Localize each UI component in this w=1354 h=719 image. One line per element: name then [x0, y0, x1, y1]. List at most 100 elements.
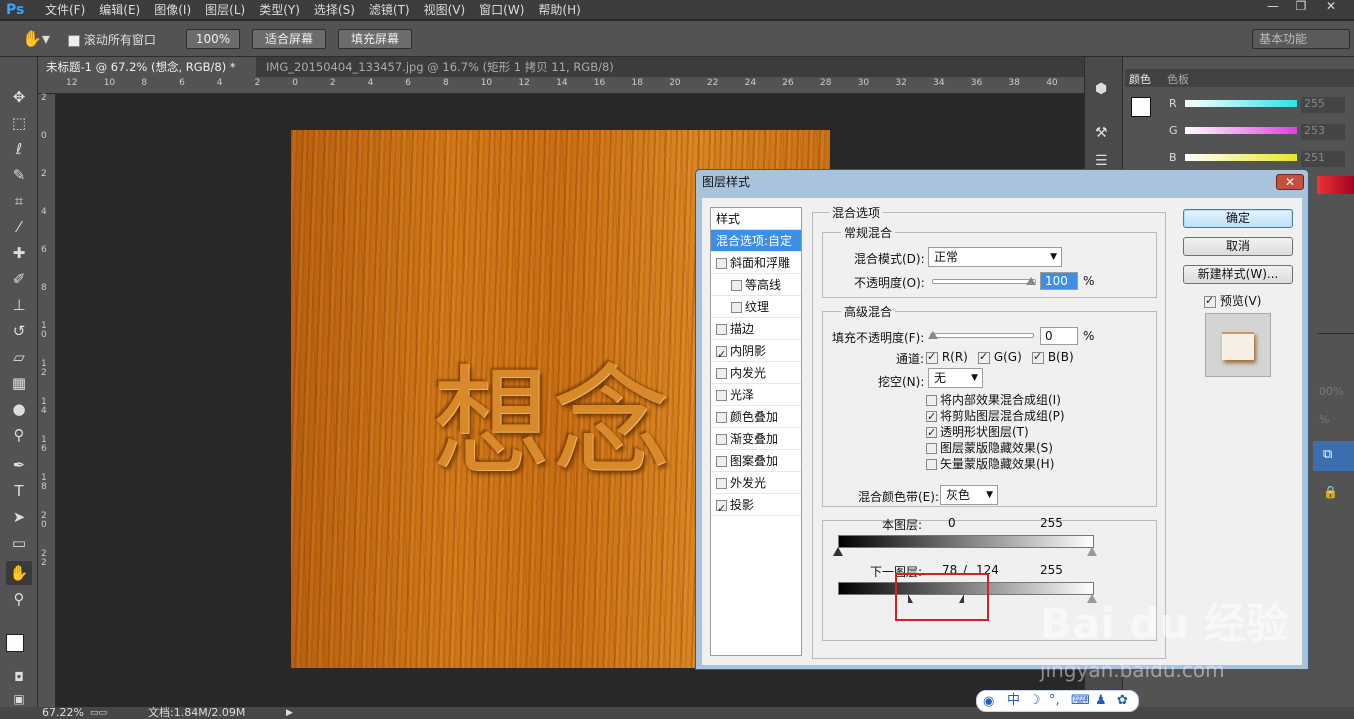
style-checkbox[interactable]: [716, 258, 727, 269]
advanced-option-checkbox[interactable]: [926, 443, 937, 454]
layer-row-selected[interactable]: ⧉: [1313, 441, 1354, 471]
channel-slider[interactable]: [1185, 127, 1297, 134]
style-item[interactable]: 描边: [711, 318, 801, 340]
fill-opacity-slider-thumb[interactable]: [928, 331, 938, 339]
menu-filter[interactable]: 滤镜(T): [369, 0, 410, 20]
channel-value[interactable]: 255: [1301, 97, 1345, 113]
style-item[interactable]: 图案叠加: [711, 450, 801, 472]
quick-mask-icon[interactable]: ◘: [6, 665, 32, 689]
opacity-input[interactable]: 100: [1040, 272, 1078, 290]
pen-tool-icon[interactable]: ✒: [6, 453, 32, 477]
menu-layer[interactable]: 图层(L): [205, 0, 245, 20]
dialog-close-button[interactable]: ✕: [1276, 174, 1304, 190]
style-item[interactable]: 外发光: [711, 472, 801, 494]
restore-button[interactable]: ❐: [1288, 0, 1314, 14]
tab-swatches[interactable]: 色板: [1167, 71, 1189, 87]
channel-b-checkbox[interactable]: [1032, 350, 1044, 364]
close-app-button[interactable]: ✕: [1318, 0, 1344, 14]
advanced-option-checkbox[interactable]: [926, 425, 937, 441]
style-checkbox[interactable]: [716, 412, 727, 423]
fill-opacity-slider[interactable]: [930, 333, 1034, 338]
zoom-level[interactable]: 67.22%: [42, 707, 84, 719]
history-brush-icon[interactable]: ↺: [6, 319, 32, 343]
path-select-icon[interactable]: ➤: [6, 505, 32, 529]
crop-tool-icon[interactable]: ⌗: [6, 189, 32, 213]
status-arrow-icon[interactable]: ▶: [286, 707, 293, 719]
gradient-tool-icon[interactable]: ▦: [6, 371, 32, 395]
menu-type[interactable]: 类型(Y): [259, 0, 300, 20]
style-item[interactable]: 颜色叠加: [711, 406, 801, 428]
preview-toggle[interactable]: 预览(V): [1204, 292, 1261, 309]
ime-settings-icon[interactable]: ✿: [1117, 691, 1128, 711]
menu-image[interactable]: 图像(I): [154, 0, 191, 20]
menu-window[interactable]: 窗口(W): [479, 0, 524, 20]
channel-slider[interactable]: [1185, 154, 1297, 161]
advanced-option[interactable]: 图层蒙版隐藏效果(S): [926, 440, 1065, 456]
cancel-button[interactable]: 取消: [1183, 237, 1293, 256]
tab-color[interactable]: 颜色: [1129, 71, 1151, 87]
tab-document-1[interactable]: 未标题-1 @ 67.2% (想念, RGB/8) * ×: [38, 57, 256, 94]
type-tool-icon[interactable]: T: [6, 479, 32, 503]
this-layer-gradient[interactable]: [838, 535, 1094, 548]
color-fg-swatch[interactable]: [1131, 97, 1151, 117]
menu-select[interactable]: 选择(S): [314, 0, 355, 20]
style-item[interactable]: 斜面和浮雕: [711, 252, 801, 274]
style-item[interactable]: 光泽: [711, 384, 801, 406]
style-checkbox[interactable]: [716, 456, 727, 467]
style-checkbox[interactable]: [731, 302, 742, 313]
style-item[interactable]: 渐变叠加: [711, 428, 801, 450]
ime-logo-icon[interactable]: ◉: [983, 692, 994, 712]
status-info-icon[interactable]: ▭▭: [90, 707, 107, 719]
color-ramp[interactable]: [1317, 176, 1354, 194]
advanced-option-checkbox[interactable]: [926, 395, 937, 406]
move-tool-icon[interactable]: ✥: [6, 85, 32, 109]
style-item[interactable]: 等高线: [711, 274, 801, 296]
opacity-slider[interactable]: [932, 279, 1036, 284]
menu-view[interactable]: 视图(V): [424, 0, 466, 20]
advanced-option[interactable]: 将内部效果混合成组(I): [926, 392, 1065, 408]
dodge-tool-icon[interactable]: ⚲: [6, 423, 32, 447]
marquee-tool-icon[interactable]: ⬚: [6, 111, 32, 135]
blend-if-select[interactable]: 灰色 ▼: [940, 485, 998, 505]
adjust-icon[interactable]: ☰: [1095, 153, 1108, 169]
menu-help[interactable]: 帮助(H): [538, 0, 580, 20]
channel-r-checkbox[interactable]: [926, 350, 938, 364]
channel-value[interactable]: 253: [1301, 124, 1345, 140]
fill-opacity-input[interactable]: 0: [1040, 327, 1078, 345]
minimize-button[interactable]: —: [1260, 0, 1286, 14]
ime-keyboard-icon[interactable]: ⌨: [1071, 691, 1090, 711]
ime-halfwidth-icon[interactable]: ☽: [1029, 691, 1041, 711]
lasso-tool-icon[interactable]: ℓ: [6, 137, 32, 161]
ime-toolbar[interactable]: ◉ 中 ☽ °, ⌨ ♟ ✿: [976, 690, 1139, 712]
foreground-color-swatch[interactable]: [6, 634, 24, 652]
shape-tool-icon[interactable]: ▭: [6, 531, 32, 555]
lock-icon[interactable]: 🔒: [1323, 485, 1338, 499]
hand-tool-preset-icon[interactable]: ✋▾: [22, 29, 50, 48]
eraser-tool-icon[interactable]: ▱: [6, 345, 32, 369]
zoom-tool-icon[interactable]: ⚲: [6, 587, 32, 611]
style-checkbox[interactable]: [716, 324, 727, 335]
scroll-all-checkbox[interactable]: [68, 34, 80, 47]
new-style-button[interactable]: 新建样式(W)...: [1183, 265, 1293, 284]
advanced-option[interactable]: 透明形状图层(T): [926, 424, 1065, 441]
advanced-option-checkbox[interactable]: [926, 459, 937, 470]
style-checkbox[interactable]: [716, 478, 727, 489]
advanced-option[interactable]: 将剪贴图层混合成组(P): [926, 408, 1065, 425]
style-item[interactable]: 投影: [711, 494, 801, 520]
history-panel-icon[interactable]: ⬢: [1095, 81, 1107, 97]
quick-select-tool-icon[interactable]: ✎: [6, 163, 32, 187]
advanced-option-checkbox[interactable]: [926, 409, 937, 425]
opacity-slider-thumb[interactable]: [1026, 277, 1036, 285]
blend-mode-select[interactable]: 正常 ▼: [928, 247, 1062, 267]
advanced-option[interactable]: 矢量蒙版隐藏效果(H): [926, 456, 1065, 472]
menu-edit[interactable]: 编辑(E): [99, 0, 140, 20]
style-item[interactable]: 纹理: [711, 296, 801, 318]
stamp-tool-icon[interactable]: ⊥: [6, 293, 32, 317]
knockout-select[interactable]: 无 ▼: [928, 368, 983, 388]
fill-screen-button[interactable]: 填充屏幕: [338, 29, 412, 49]
tab-document-2[interactable]: IMG_20150404_133457.jpg @ 16.7% (矩形 1 拷贝…: [258, 57, 630, 94]
channel-g-checkbox[interactable]: [978, 350, 990, 364]
style-checkbox[interactable]: [716, 390, 727, 401]
ime-punct-icon[interactable]: °,: [1049, 691, 1060, 711]
channel-g[interactable]: G(G): [978, 350, 1022, 364]
